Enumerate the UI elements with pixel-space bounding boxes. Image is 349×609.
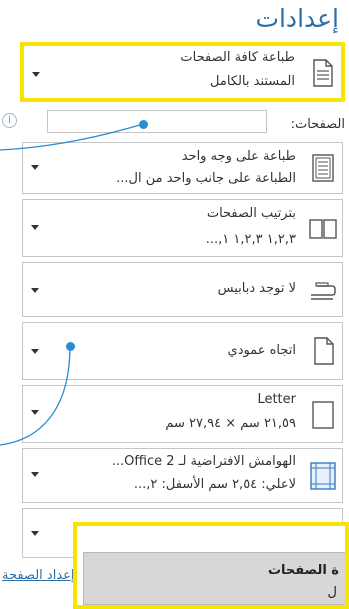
settings-title: إعدادات <box>255 4 339 33</box>
margins-subtitle: لاعلي: ٢,٥٤ سم الأسفل: ٢,... <box>133 477 296 492</box>
sides-title: طباعة على وجه واحد <box>181 149 296 164</box>
sides-dropdown[interactable]: طباعة على وجه واحد الطباعة على جانب واحد… <box>22 142 343 194</box>
page-setup-link[interactable]: إعداد الصفحة <box>2 568 75 583</box>
one-sided-print-icon <box>312 154 334 182</box>
margins-title: الهوامش الافتراضية لـ Office 2... <box>111 454 296 469</box>
zoom-callout-text: ة الصفحات <box>267 563 339 578</box>
portrait-page-icon <box>314 337 334 365</box>
print-range-dropdown[interactable]: طباعة كافة الصفحات المستند بالكامل <box>20 42 345 102</box>
collation-dropdown[interactable]: بترتيب الصفحات ١,٢,٣ ١,٢,٣ ١,... <box>22 199 343 257</box>
paper-size-dropdown[interactable]: Letter ٢١,٥٩ سم × ٢٧,٩٤ سم <box>22 385 343 443</box>
callout-dot-pages <box>139 120 148 129</box>
chevron-down-icon <box>31 349 39 354</box>
collation-subtitle: ١,٢,٣ ١,٢,٣ ١,... <box>205 232 296 247</box>
chevron-down-icon <box>31 410 39 415</box>
orientation-dropdown[interactable]: اتجاه عمودي <box>22 322 343 380</box>
staple-icon <box>311 282 336 300</box>
collation-title: بترتيب الصفحات <box>206 206 296 221</box>
chevron-down-icon <box>31 472 39 477</box>
paper-size-title: Letter <box>257 392 296 407</box>
margins-icon <box>310 462 336 490</box>
document-icon <box>313 59 333 87</box>
pages-input[interactable] <box>47 110 267 133</box>
margins-dropdown[interactable]: الهوامش الافتراضية لـ Office 2... لاعلي:… <box>22 448 343 503</box>
zoom-callout-text-2: ل <box>327 585 337 600</box>
chevron-down-icon <box>31 288 39 293</box>
orientation-title: اتجاه عمودي <box>227 343 296 358</box>
print-settings-panel: إعدادات طباعة كافة الصفحات المستند بالكا… <box>0 0 349 609</box>
callout-dot-orientation <box>66 342 75 351</box>
chevron-down-icon <box>31 225 39 230</box>
chevron-down-icon <box>31 531 39 536</box>
zoom-callout-content: ة الصفحات ل <box>83 552 345 605</box>
chevron-down-icon <box>32 72 40 77</box>
staple-dropdown[interactable]: لا توجد دبابيس <box>22 262 343 317</box>
collate-icon <box>309 219 337 239</box>
sides-subtitle: الطباعة على جانب واحد من ال... <box>116 171 296 186</box>
info-icon[interactable]: i <box>2 113 17 128</box>
paper-size-subtitle: ٢١,٥٩ سم × ٢٧,٩٤ سم <box>165 416 296 431</box>
chevron-down-icon <box>31 165 39 170</box>
zoom-callout: ة الصفحات ل <box>73 522 349 609</box>
print-range-subtitle: المستند بالكامل <box>210 74 295 89</box>
staple-title: لا توجد دبابيس <box>217 281 296 296</box>
pages-label: الصفحات: <box>290 117 345 132</box>
print-range-title: طباعة كافة الصفحات <box>180 50 295 65</box>
paper-size-icon <box>312 401 334 429</box>
